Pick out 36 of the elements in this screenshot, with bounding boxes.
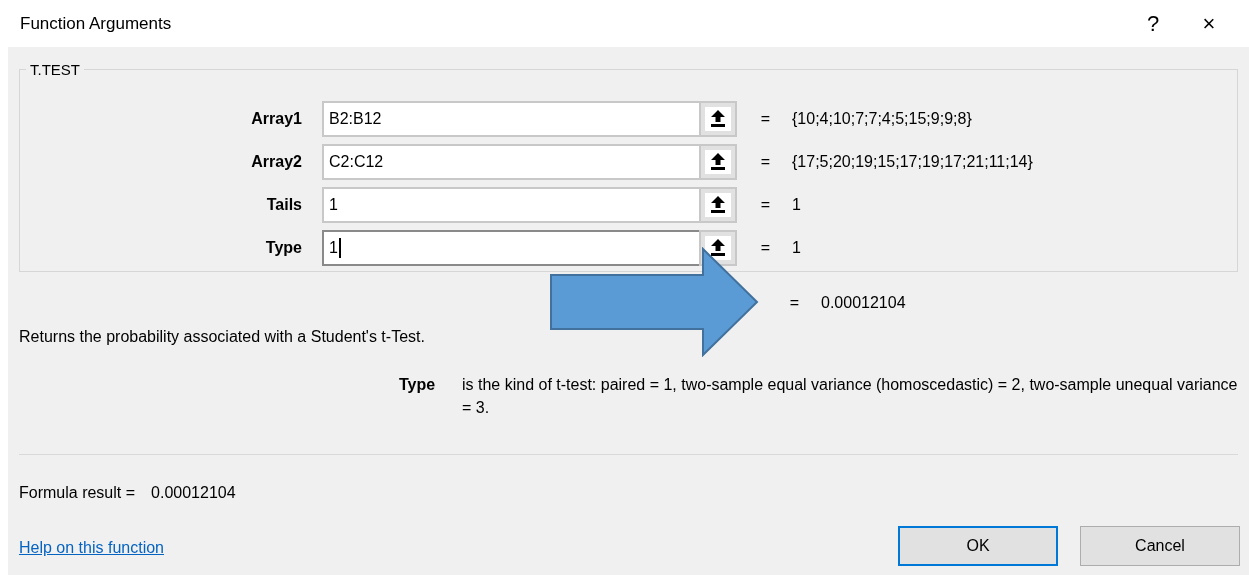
input-field[interactable]: B2:B12 <box>322 100 699 137</box>
upload-arrow-icon <box>711 110 725 127</box>
close-button[interactable]: × <box>1189 7 1229 40</box>
equals-sign: = <box>788 293 801 313</box>
argument-label: Array1 <box>250 108 303 129</box>
input-field[interactable]: 1 <box>322 186 699 223</box>
window-title: Function Arguments <box>20 12 173 35</box>
function-result: 0.00012104 <box>821 293 906 313</box>
argument-label: Array2 <box>250 151 303 172</box>
upload-arrow-icon <box>711 239 725 256</box>
formula-result-label: Formula result = <box>19 483 136 503</box>
formula-result-value: 0.00012104 <box>151 483 236 503</box>
input-field[interactable]: 1 <box>322 229 699 266</box>
help-link[interactable]: Help on this function <box>19 536 164 560</box>
collapse-dialog-button[interactable] <box>699 186 737 223</box>
argument-value: {10;4;10;7;7;4;5;15;9;9;8} <box>792 108 972 129</box>
argument-label: Type <box>264 237 303 258</box>
argument-description: is the kind of t-test: paired = 1, two-sample equal variance (homoscedastic) = 2, two-sample unequal variance = 3. <box>462 375 1238 418</box>
argument-value: 1 <box>792 194 801 215</box>
equals-sign: = <box>759 237 772 258</box>
argument-label: Tails <box>265 194 303 215</box>
argument-value: {17;5;20;19;15;17;19;17;21;11;14} <box>792 151 1033 172</box>
argument-value: 1 <box>792 237 801 258</box>
ok-button[interactable]: OK <box>898 526 1058 566</box>
argument-name: Type <box>399 375 437 395</box>
upload-arrow-icon <box>711 196 725 213</box>
input-field[interactable]: C2:C12 <box>322 143 699 180</box>
function-description: Returns the probability associated with a Student's t-Test. <box>19 327 426 347</box>
help-button[interactable]: ? <box>1133 7 1173 40</box>
equals-sign: = <box>759 108 772 129</box>
collapse-dialog-button[interactable] <box>699 100 737 137</box>
equals-sign: = <box>759 194 772 215</box>
collapse-dialog-button[interactable] <box>699 143 737 180</box>
upload-arrow-icon <box>711 153 725 170</box>
equals-sign: = <box>759 151 772 172</box>
cancel-button[interactable]: Cancel <box>1080 526 1240 566</box>
